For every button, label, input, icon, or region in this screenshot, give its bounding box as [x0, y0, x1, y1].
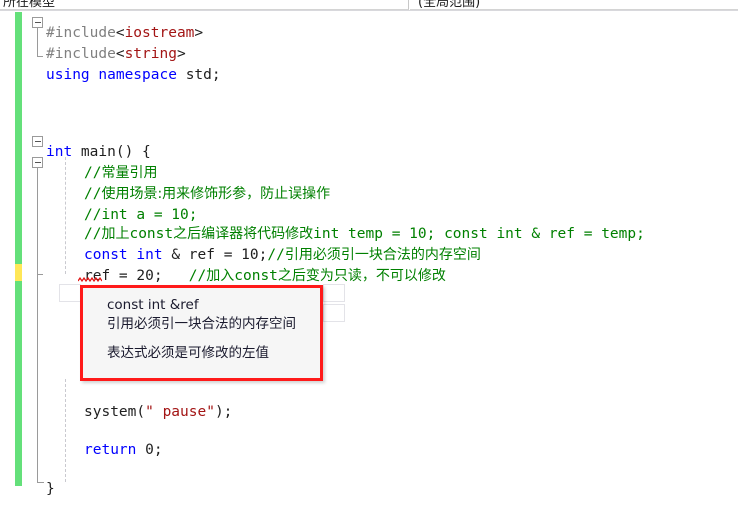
tooltip-signature: const int &ref — [107, 297, 199, 313]
code-token: const — [234, 268, 278, 284]
tooltip-message-2: 表达式必须是可修改的左值 — [107, 345, 269, 361]
code-token: system( — [84, 404, 146, 420]
nav-bar-scope-dropdown[interactable]: (全局范围) — [410, 0, 738, 10]
code-token: #include — [46, 46, 116, 62]
code-token: iostream — [124, 25, 195, 41]
code-token: int — [136, 247, 163, 263]
code-token: return — [84, 442, 137, 458]
code-token: 引用必须引一块合法的内存空间 — [284, 247, 481, 263]
code-token: & ref = — [162, 247, 242, 263]
code-line[interactable]: //加上const之后编译器将代码修改int temp = 10; const … — [0, 224, 738, 245]
code-token: > — [194, 25, 204, 41]
code-token: using — [46, 67, 90, 83]
code-token: // — [84, 186, 102, 202]
code-token: " pause" — [145, 404, 215, 420]
code-line[interactable]: //使用场景:用来修饰形参，防止误操作 — [0, 184, 738, 205]
code-token: 常量引用 — [101, 165, 158, 181]
code-line[interactable]: system(" pause"); — [0, 402, 738, 423]
code-text-area[interactable]: #include<iostream> #include<string> using … — [0, 11, 738, 508]
code-token: namespace — [98, 67, 177, 83]
code-token: int temp = 10; const int & ref = temp; — [313, 226, 645, 242]
code-token: < — [115, 46, 125, 62]
error-squiggle — [78, 277, 102, 282]
code-token: const — [129, 226, 174, 242]
code-editor[interactable]: #include<iostream> #include<string> using … — [0, 11, 738, 508]
code-token: string — [124, 46, 177, 62]
code-line[interactable]: //常量引用 — [0, 163, 738, 184]
code-token: const — [84, 247, 128, 263]
code-token: 加上 — [101, 226, 130, 242]
code-line[interactable]: using namespace std; — [0, 65, 738, 86]
code-token: } — [46, 481, 55, 497]
code-token: // — [84, 226, 102, 242]
code-token: 加入 — [206, 268, 235, 284]
code-token: 之后变为只读，不可以修改 — [277, 268, 446, 284]
code-line[interactable]: //int a = 10; — [0, 205, 738, 226]
nav-bar-scope-label: (全局范围) — [418, 0, 481, 10]
code-token: // — [84, 165, 102, 181]
nav-bar-member-label: 所在模型 — [3, 0, 56, 10]
code-line[interactable]: } — [0, 479, 738, 500]
code-line[interactable]: return 0; — [0, 440, 738, 461]
code-token: std; — [176, 67, 221, 83]
code-token: 使用场景:用来修饰形参，防止误操作 — [101, 186, 331, 202]
code-line[interactable]: #include<string> — [0, 44, 738, 65]
code-token: #include — [46, 25, 116, 41]
code-token: 10 — [241, 247, 259, 263]
error-tooltip: const int &ref 引用必须引一块合法的内存空间 表达式必须是可修改的… — [80, 285, 323, 381]
nav-bar-member-dropdown[interactable]: 所在模型 — [0, 0, 409, 10]
code-token: //int a = 10; — [84, 207, 198, 223]
code-token: 0 — [145, 442, 154, 458]
code-token: 之后编译器将代码修改 — [173, 226, 314, 242]
code-line[interactable]: int main() { — [0, 142, 738, 163]
code-token: ); — [214, 404, 233, 420]
code-token: ; — [153, 268, 189, 284]
code-line[interactable]: ref = 20; //加入const之后变为只读，不可以修改 — [0, 266, 738, 287]
code-token: int — [46, 144, 73, 160]
code-token: main() { — [72, 144, 151, 160]
tooltip-spacer — [107, 334, 310, 344]
tooltip-message-1: 引用必须引一块合法的内存空间 — [107, 316, 296, 332]
code-token: > — [176, 46, 186, 62]
code-line[interactable]: #include<iostream> — [0, 23, 738, 44]
code-token: 20 — [136, 268, 154, 284]
code-line[interactable]: const int & ref = 10;//引用必须引一块合法的内存空间 — [0, 245, 738, 266]
code-token: // — [267, 247, 285, 263]
code-token: ; — [153, 442, 163, 458]
code-token: < — [115, 25, 125, 41]
code-token: // — [188, 268, 207, 284]
